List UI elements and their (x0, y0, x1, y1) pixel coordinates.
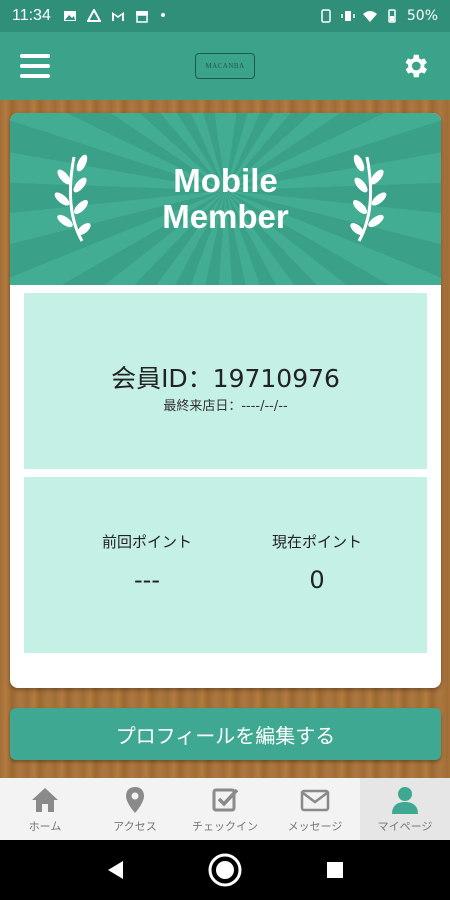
map-pin-icon (126, 787, 144, 813)
current-points-label: 現在ポイント (271, 533, 362, 551)
previous-points-label: 前回ポイント (101, 533, 192, 551)
points-panel: 前回ポイント --- 現在ポイント 0 (24, 477, 427, 653)
person-icon (392, 787, 418, 814)
mail-icon (300, 789, 330, 812)
store-icon (135, 11, 148, 23)
drive-icon (86, 9, 101, 22)
previous-points-value: --- (134, 566, 160, 594)
back-button[interactable] (95, 850, 135, 890)
menu-icon (20, 54, 50, 58)
back-icon (108, 861, 123, 879)
member-card: Mobile Member 会員ID：19710976 最終来店日：----/-… (10, 113, 441, 688)
recents-button[interactable] (315, 850, 355, 890)
wifi-icon (362, 11, 377, 22)
card-hero: Mobile Member (10, 113, 441, 285)
system-nav-bar (0, 840, 450, 900)
tab-label: ホーム (28, 820, 62, 833)
current-points-value: 0 (309, 566, 325, 594)
member-id-panel: 会員ID：19710976 最終来店日：----/--/-- (24, 293, 427, 469)
rotate-icon (321, 9, 331, 23)
shop-logo: MACANBA (195, 53, 255, 79)
status-bar: 11:34 • 50% (0, 0, 450, 32)
edit-profile-button[interactable]: プロフィールを編集する (10, 708, 441, 760)
checkin-icon (212, 788, 239, 812)
bottom-tab-bar: ホーム アクセス チェックイン メッセージ マイページ (0, 778, 450, 840)
menu-button[interactable] (20, 54, 50, 78)
notification-icons: • (63, 8, 167, 24)
tab-label: メッセージ (287, 820, 343, 833)
battery-level: 50% (406, 8, 438, 24)
tab-checkin[interactable]: チェックイン (180, 778, 270, 840)
gmail-icon (111, 12, 124, 21)
tab-label: チェックイン (192, 820, 258, 833)
status-time: 11:34 (12, 7, 51, 24)
previous-points: 前回ポイント --- (72, 531, 222, 594)
member-id: 会員ID：19710976 (111, 364, 340, 393)
home-icon (32, 788, 58, 812)
dot-icon: • (158, 8, 168, 24)
current-points: 現在ポイント 0 (242, 531, 392, 594)
vibrate-icon (341, 11, 355, 21)
gear-icon (405, 54, 427, 78)
tab-label: アクセス (113, 820, 157, 833)
app-header: MACANBA (0, 32, 450, 100)
last-visit-date: 最終来店日：----/--/-- (163, 399, 288, 414)
tab-access[interactable]: アクセス (90, 778, 180, 840)
home-nav-button[interactable] (205, 850, 245, 890)
tab-mypage[interactable]: マイページ (360, 778, 450, 840)
battery-icon (388, 9, 396, 23)
settings-button[interactable] (400, 51, 430, 81)
image-icon (63, 11, 76, 21)
tab-label: マイページ (377, 820, 433, 833)
recents-icon (327, 862, 343, 878)
home-circle-icon (208, 853, 242, 887)
tab-message[interactable]: メッセージ (270, 778, 360, 840)
laurel-right-icon (350, 154, 387, 242)
tab-home[interactable]: ホーム (0, 778, 90, 840)
system-icons: 50% (319, 8, 438, 24)
